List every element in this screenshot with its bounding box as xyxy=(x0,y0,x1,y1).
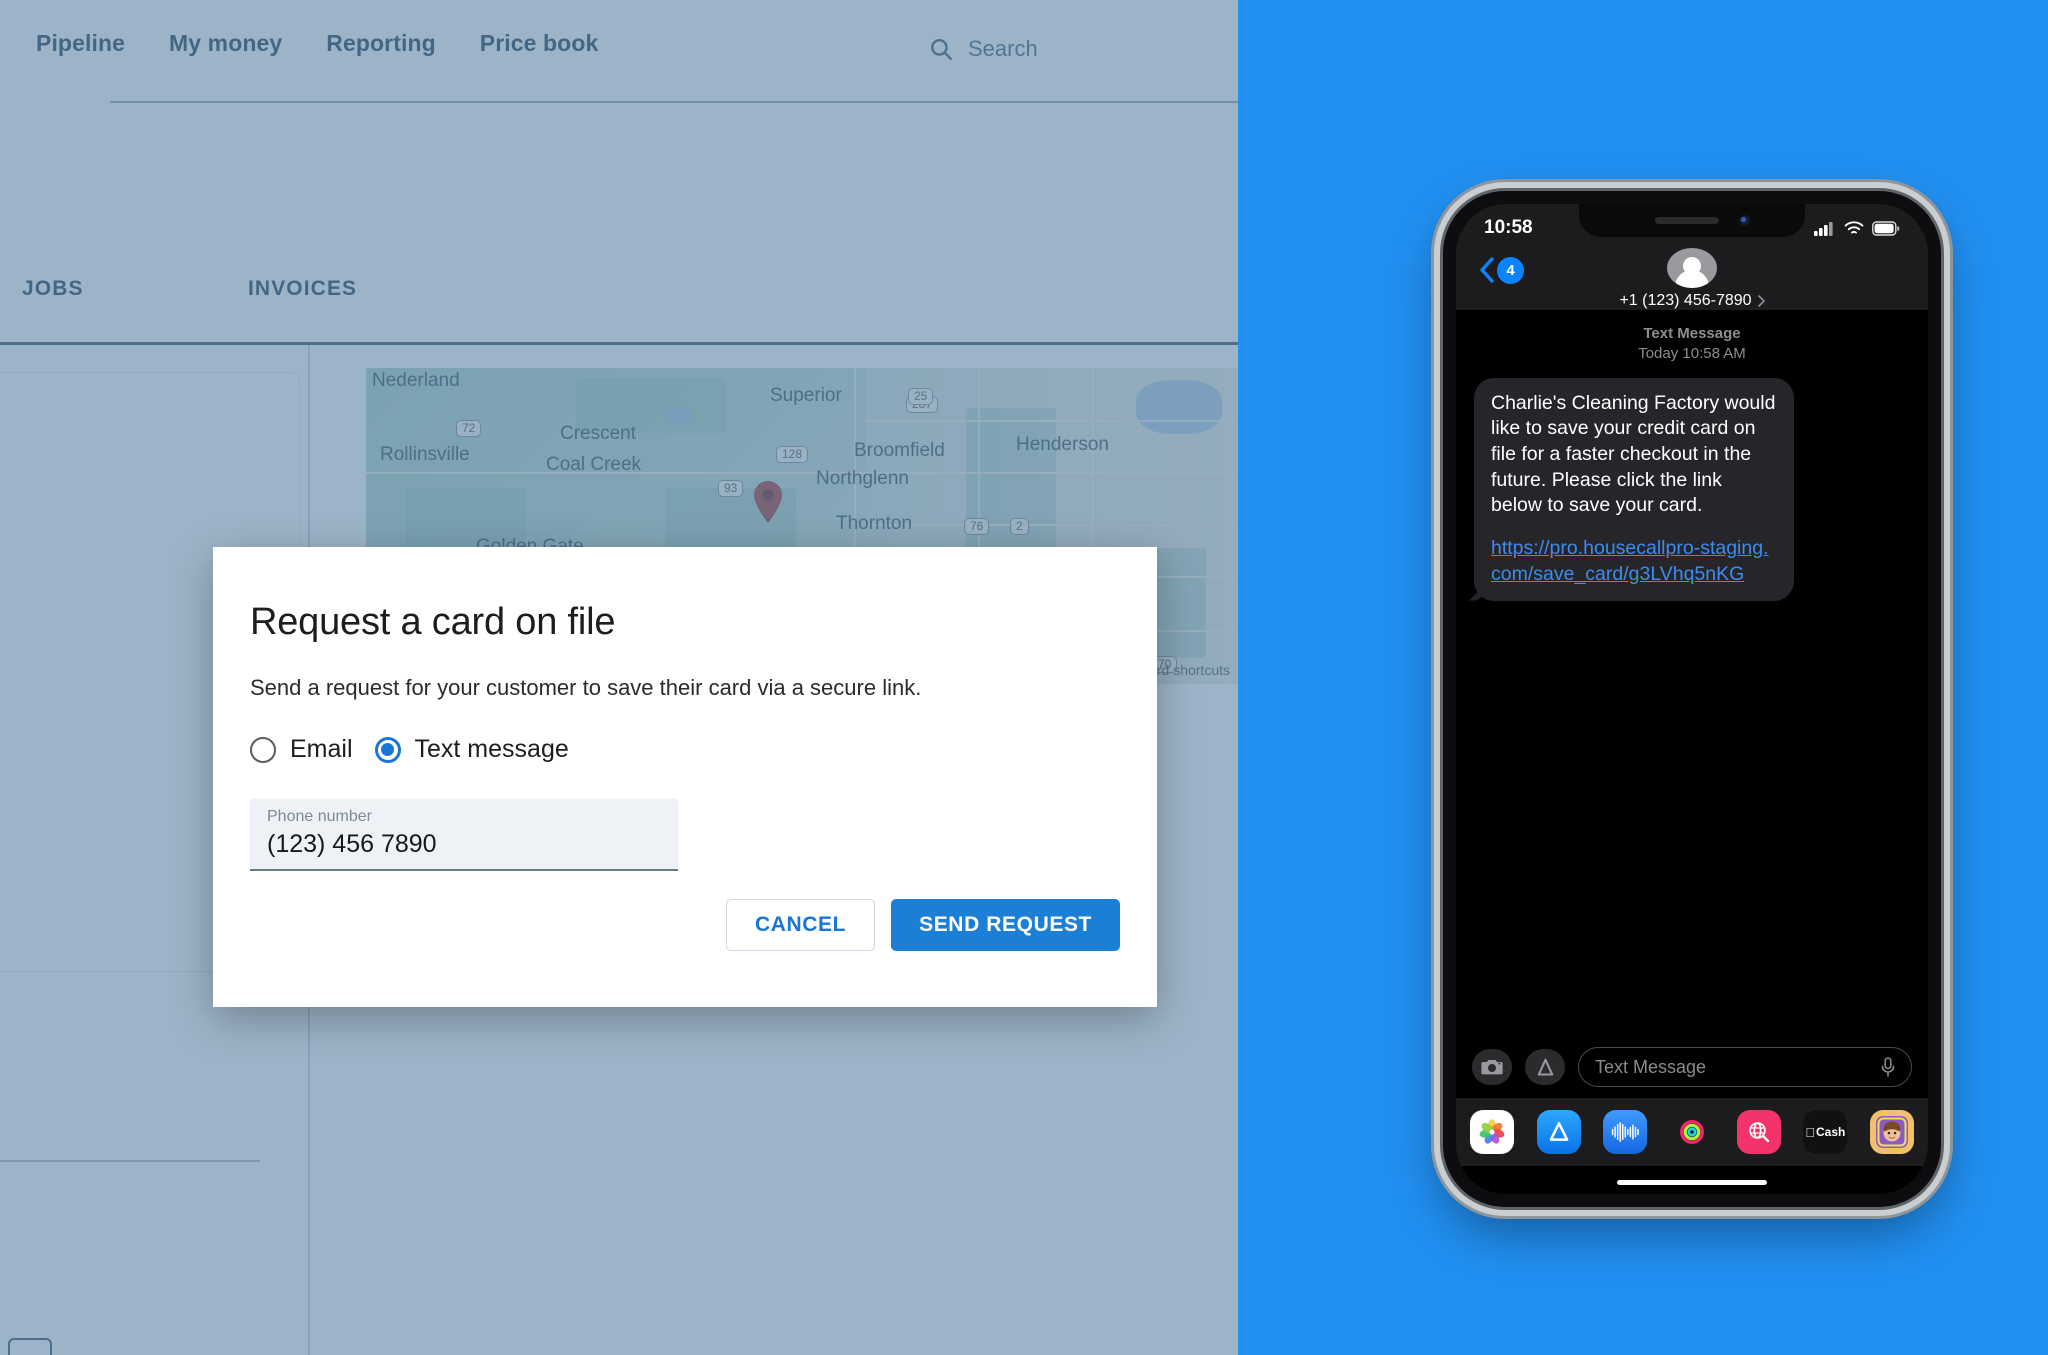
message-body: Charlie's Cleaning Factory would like to… xyxy=(1491,391,1776,517)
unread-count-badge: 4 xyxy=(1497,256,1524,284)
radio-option-text-message[interactable]: Text message xyxy=(374,735,569,764)
app-store-button[interactable] xyxy=(1525,1049,1565,1085)
contact-avatar-icon[interactable] xyxy=(1667,248,1717,288)
chevron-left-icon xyxy=(1480,257,1494,283)
radio-circle-email xyxy=(250,736,276,763)
contact-phone-number: +1 (123) 456-7890 xyxy=(1619,292,1752,309)
earpiece-speaker xyxy=(1654,217,1719,224)
apple-cash-app-icon[interactable]: Cash xyxy=(1803,1110,1848,1154)
app-store-icon xyxy=(1537,1058,1553,1076)
radio-option-email[interactable]: Email xyxy=(250,735,353,764)
delivery-method-group: Email Text message xyxy=(250,735,569,764)
message-link[interactable]: https://pro.housecallpro-staging.com/sav… xyxy=(1491,536,1777,587)
thread-meta: Text Message Today 10:58 AM xyxy=(1474,324,1910,365)
front-camera-icon xyxy=(1738,214,1751,227)
phone-number-label: Phone number xyxy=(267,808,372,825)
signal-bars-icon xyxy=(1814,221,1833,236)
message-type-label: Text Message xyxy=(1643,325,1741,342)
chevron-right-icon xyxy=(1757,295,1765,307)
home-indicator xyxy=(1617,1180,1767,1185)
message-composer: Text Message xyxy=(1456,1036,1928,1098)
request-card-dialog: Request a card on file Send a request fo… xyxy=(213,547,1157,1007)
phone-number-field[interactable]: Phone number (123) 456 7890 xyxy=(250,799,678,871)
camera-button[interactable] xyxy=(1472,1049,1512,1085)
dialog-actions: CANCEL SEND REQUEST xyxy=(725,899,1120,951)
radio-label-text-message: Text message xyxy=(414,735,569,763)
app-store-app-icon[interactable] xyxy=(1536,1110,1581,1154)
message-timestamp: Today 10:58 AM xyxy=(1638,345,1746,363)
iphone-mockup: 10:58 4 +1 (123) 456-7890 Text Message T… xyxy=(1443,191,1941,1207)
imessage-app-dock: Cash xyxy=(1456,1098,1928,1166)
send-request-button[interactable]: SEND REQUEST xyxy=(891,899,1120,951)
message-input[interactable]: Text Message xyxy=(1578,1047,1912,1087)
message-thread: Text Message Today 10:58 AM Charlie's Cl… xyxy=(1456,310,1928,1034)
microphone-icon xyxy=(1881,1057,1895,1077)
screenshot-root: Pipeline My money Reporting Price book S… xyxy=(0,0,2048,1355)
phone-screen: 10:58 4 +1 (123) 456-7890 Text Message T… xyxy=(1456,204,1928,1194)
status-bar-indicators xyxy=(1814,220,1900,236)
message-input-placeholder: Text Message xyxy=(1595,1056,1707,1077)
back-button[interactable]: 4 xyxy=(1478,256,1524,284)
phone-notch xyxy=(1579,204,1805,237)
dialog-subtitle: Send a request for your customer to save… xyxy=(250,675,922,700)
message-bubble[interactable]: Charlie's Cleaning Factory would like to… xyxy=(1474,377,1794,601)
wifi-icon xyxy=(1844,220,1864,234)
image-search-app-icon[interactable] xyxy=(1736,1110,1781,1154)
audio-message-app-icon[interactable] xyxy=(1603,1110,1648,1154)
radio-circle-text-message xyxy=(374,736,401,763)
battery-icon xyxy=(1872,220,1900,236)
memoji-app-icon[interactable] xyxy=(1869,1110,1914,1154)
dialog-title: Request a card on file xyxy=(250,601,616,643)
photos-app-icon[interactable] xyxy=(1470,1110,1514,1154)
cancel-button[interactable]: CANCEL xyxy=(725,899,876,951)
phone-number-value: (123) 456 7890 xyxy=(267,830,437,858)
radio-label-email: Email xyxy=(290,735,353,763)
camera-icon xyxy=(1481,1060,1503,1075)
fitness-rings-app-icon[interactable] xyxy=(1669,1110,1714,1154)
status-bar-time: 10:58 xyxy=(1484,217,1533,238)
contact-info[interactable]: +1 (123) 456-7890 xyxy=(1619,292,1765,310)
